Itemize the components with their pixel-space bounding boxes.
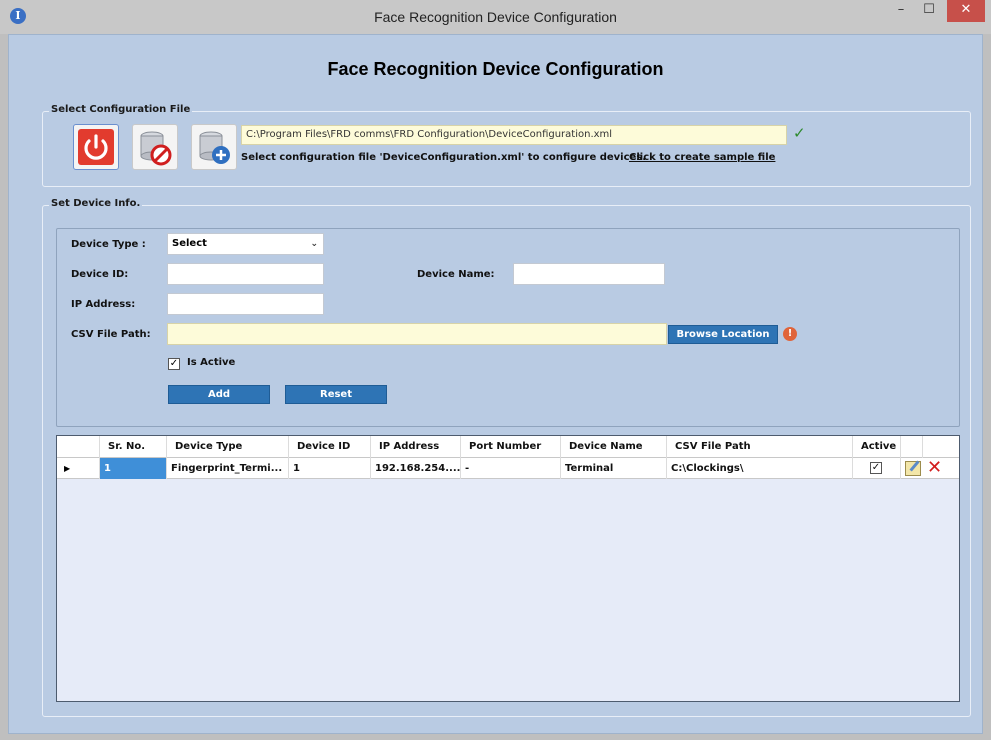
- power-icon: [78, 129, 114, 165]
- column-header-active[interactable]: Active: [853, 436, 901, 458]
- device-type-label: Device Type :: [71, 239, 146, 250]
- is-active-label: Is Active: [187, 357, 236, 368]
- cell-device-type[interactable]: Fingerprint_Termi...: [167, 458, 289, 479]
- add-button[interactable]: Add: [168, 385, 270, 404]
- config-hint: Select configuration file 'DeviceConfigu…: [241, 152, 647, 163]
- column-header-device-id[interactable]: Device ID: [289, 436, 371, 458]
- maximize-button[interactable]: ☐: [915, 0, 943, 22]
- close-button[interactable]: ✕: [947, 0, 985, 22]
- table-row[interactable]: ▶ 1 Fingerprint_Termi... 1 192.168.254..…: [57, 457, 959, 479]
- warning-icon: !: [783, 327, 797, 341]
- power-button[interactable]: [73, 124, 119, 170]
- column-header-device-type[interactable]: Device Type: [167, 436, 289, 458]
- cell-device-id[interactable]: 1: [289, 458, 371, 479]
- remove-database-button[interactable]: [132, 124, 178, 170]
- minimize-button[interactable]: –: [887, 0, 915, 22]
- devices-table[interactable]: Sr. No. Device Type Device ID IP Address…: [56, 435, 960, 702]
- delete-icon[interactable]: ✕: [927, 457, 942, 478]
- window-title: Face Recognition Device Configuration: [374, 9, 617, 25]
- device-name-label: Device Name:: [417, 269, 495, 280]
- row-selector[interactable]: ▶: [57, 458, 100, 479]
- add-database-button[interactable]: [191, 124, 237, 170]
- browse-location-button[interactable]: Browse Location: [668, 325, 778, 344]
- table-header: Sr. No. Device Type Device ID IP Address…: [57, 436, 959, 458]
- device-name-input[interactable]: [513, 263, 665, 285]
- is-active-checkbox[interactable]: ✓: [168, 358, 180, 370]
- active-checkbox[interactable]: ✓: [870, 462, 882, 474]
- app-window: I Face Recognition Device Configuration …: [0, 0, 991, 740]
- device-type-select[interactable]: Select ⌄: [167, 233, 324, 255]
- check-icon: ✓: [793, 124, 806, 142]
- ip-address-input[interactable]: [167, 293, 324, 315]
- cell-port-number[interactable]: -: [461, 458, 561, 479]
- cell-ip-address[interactable]: 192.168.254....: [371, 458, 461, 479]
- column-header-csv-file-path[interactable]: CSV File Path: [667, 436, 853, 458]
- config-file-group: Select Configuration File C:\Program Fil…: [42, 104, 971, 187]
- config-path-field[interactable]: C:\Program Files\FRD comms\FRD Configura…: [241, 125, 787, 145]
- database-blocked-icon: [140, 131, 172, 166]
- device-info-legend: Set Device Info.: [49, 198, 143, 209]
- cell-sr-no[interactable]: 1: [100, 458, 167, 479]
- config-file-legend: Select Configuration File: [49, 104, 193, 115]
- column-header-device-name[interactable]: Device Name: [561, 436, 667, 458]
- device-id-input[interactable]: [167, 263, 324, 285]
- reset-button[interactable]: Reset: [285, 385, 387, 404]
- device-form-panel: Device Type : Select ⌄ Device ID: Device…: [56, 228, 960, 427]
- column-header-delete: [923, 436, 945, 458]
- row-header-cell: [57, 436, 100, 458]
- row-pointer-icon: ▶: [64, 464, 71, 473]
- csv-path-input[interactable]: [167, 323, 667, 345]
- database-add-icon: [199, 131, 230, 164]
- cell-active[interactable]: ✓: [853, 458, 901, 479]
- column-header-edit: [901, 436, 923, 458]
- column-header-port-number[interactable]: Port Number: [461, 436, 561, 458]
- cell-device-name[interactable]: Terminal: [561, 458, 667, 479]
- create-sample-link[interactable]: Click to create sample file: [629, 152, 775, 163]
- edit-icon[interactable]: [905, 461, 921, 476]
- page-title: Face Recognition Device Configuration: [327, 59, 664, 79]
- ip-address-label: IP Address:: [71, 299, 136, 310]
- column-header-ip-address[interactable]: IP Address: [371, 436, 461, 458]
- device-type-value: Select: [172, 238, 207, 249]
- device-id-label: Device ID:: [71, 269, 129, 280]
- device-info-group: Set Device Info. Device Type : Select ⌄ …: [42, 198, 971, 717]
- chevron-down-icon: ⌄: [310, 239, 318, 249]
- client-area: Face Recognition Device Configuration Se…: [8, 34, 983, 734]
- column-header-sr-no[interactable]: Sr. No.: [100, 436, 167, 458]
- cell-csv-file-path[interactable]: C:\Clockings\: [667, 458, 853, 479]
- csv-path-label: CSV File Path:: [71, 329, 151, 340]
- title-bar[interactable]: I Face Recognition Device Configuration …: [0, 0, 991, 34]
